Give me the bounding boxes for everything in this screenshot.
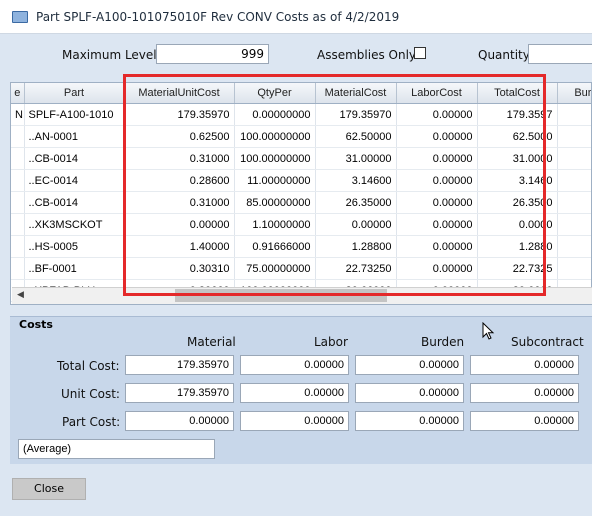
table-cell <box>557 169 591 192</box>
table-cell: ..HS-0005 <box>24 235 125 258</box>
assemblies-only-checkbox[interactable] <box>414 47 426 59</box>
labor-header: Labor <box>314 335 348 349</box>
material-header: Material <box>187 335 236 349</box>
table-cell: N <box>11 103 25 126</box>
table-cell <box>557 147 591 170</box>
total-subcontract-field[interactable]: 0.00000 <box>470 355 579 375</box>
table-cell <box>557 103 591 126</box>
table-cell <box>11 213 25 236</box>
unit-material-field[interactable]: 179.35970 <box>125 383 234 403</box>
total-burden-field[interactable]: 0.00000 <box>355 355 464 375</box>
total-cost-label: Total Cost: <box>57 359 120 373</box>
column-header[interactable]: Part <box>24 83 125 104</box>
part-material-field[interactable]: 0.00000 <box>125 411 234 431</box>
table-cell <box>11 191 25 214</box>
average-method-field[interactable]: (Average) <box>18 439 215 459</box>
table-cell: ..CB-0014 <box>24 147 125 170</box>
table-cell <box>557 125 591 148</box>
mouse-cursor-icon <box>482 322 495 340</box>
table-cell: SPLF-A100-1010 <box>24 103 125 126</box>
column-header[interactable]: e <box>11 83 25 104</box>
assemblies-only-label: Assemblies Only: <box>317 48 420 62</box>
table-cell: ..AN-0001 <box>24 125 125 148</box>
close-button[interactable]: Close <box>12 478 86 500</box>
unit-labor-field[interactable]: 0.00000 <box>240 383 349 403</box>
costs-section-title: Costs <box>19 318 53 331</box>
max-level-label: Maximum Level: <box>62 48 161 62</box>
column-header[interactable]: Burde <box>557 83 591 104</box>
table-cell <box>11 235 25 258</box>
quantity-field[interactable] <box>528 44 592 64</box>
table-cell <box>11 147 25 170</box>
table-cell: ..XK3MSCKOT <box>24 213 125 236</box>
table-cell <box>557 213 591 236</box>
unit-cost-label: Unit Cost: <box>61 387 120 401</box>
unit-subcontract-field[interactable]: 0.00000 <box>470 383 579 403</box>
highlight-box <box>123 74 546 296</box>
subcontract-header: Subcontract <box>511 335 584 349</box>
part-cost-label: Part Cost: <box>62 415 121 429</box>
table-cell <box>11 257 25 280</box>
unit-burden-field[interactable]: 0.00000 <box>355 383 464 403</box>
burden-header: Burden <box>421 335 465 349</box>
quantity-label: Quantity: <box>478 48 534 62</box>
table-cell <box>11 169 25 192</box>
window-title: Part SPLF-A100-101075010F Rev CONV Costs… <box>36 10 400 24</box>
window-icon <box>12 11 28 23</box>
arrow-left-icon[interactable]: ◀ <box>12 287 29 304</box>
table-cell: ..EC-0014 <box>24 169 125 192</box>
part-labor-field[interactable]: 0.00000 <box>240 411 349 431</box>
max-level-field[interactable]: 999 <box>156 44 269 64</box>
table-cell: ..BF-0001 <box>24 257 125 280</box>
table-cell: ..CB-0014 <box>24 191 125 214</box>
table-cell <box>557 257 591 280</box>
total-labor-field[interactable]: 0.00000 <box>240 355 349 375</box>
title-bar: Part SPLF-A100-101075010F Rev CONV Costs… <box>0 0 592 34</box>
table-cell <box>557 235 591 258</box>
part-subcontract-field[interactable]: 0.00000 <box>470 411 579 431</box>
table-cell <box>557 191 591 214</box>
part-burden-field[interactable]: 0.00000 <box>355 411 464 431</box>
table-cell <box>11 125 25 148</box>
total-material-field[interactable]: 179.35970 <box>125 355 234 375</box>
